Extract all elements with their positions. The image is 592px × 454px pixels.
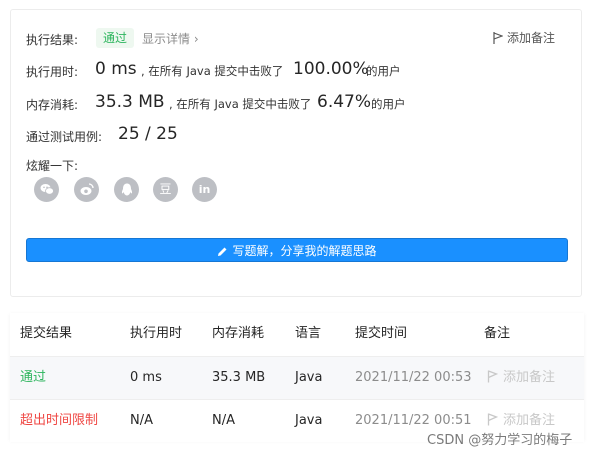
add-note-label: 添加备注 [507,31,556,45]
header-runtime: 执行用时 [130,326,183,341]
douban-icon[interactable]: 豆 [153,177,178,202]
row-memory: N/A [212,413,235,428]
row-runtime: N/A [130,413,153,428]
testcases-label: 通过测试用例: [26,130,103,144]
runtime-label: 执行用时: [26,65,79,79]
submissions-table: 提交结果 执行用时 内存消耗 语言 提交时间 备注 通过 0 ms 35.3 M… [10,313,584,442]
row-submit-time: 2021/11/22 00:53 [355,370,472,385]
row-add-note-button[interactable]: 添加备注 [487,357,555,399]
runtime-text-before: , 在所有 Java 提交中击败了 [141,64,284,78]
show-details-link[interactable]: 显示详情 › [142,30,199,47]
write-solution-label: 写题解，分享我的解题思路 [232,244,377,258]
row-language: Java [295,370,323,385]
flag-icon [487,370,499,383]
row-memory: 35.3 MB [212,370,266,385]
submission-result-card: 执行结果: 通过 显示详情 › 添加备注 执行用时: 0 ms , 在所有 Ja… [10,9,582,297]
header-note: 备注 [484,326,511,341]
linkedin-icon[interactable]: in [192,177,217,202]
pencil-icon [218,247,227,256]
testcases-value: 25 / 25 [118,124,178,144]
table-row[interactable]: 通过 0 ms 35.3 MB Java 2021/11/22 00:53 添加… [10,356,584,399]
header-language: 语言 [295,326,322,341]
row-result-link[interactable]: 通过 [20,357,46,399]
row-runtime: 0 ms [130,370,162,385]
row-language: Java [295,413,323,428]
qq-icon[interactable] [114,177,139,202]
memory-text-before: , 在所有 Java 提交中击败了 [169,97,312,111]
row-add-note-label: 添加备注 [503,370,556,385]
weibo-icon[interactable] [74,177,99,202]
runtime-text-after: 的用户 [366,64,401,78]
runtime-value: 0 ms [95,59,137,79]
header-result: 提交结果 [20,326,73,341]
memory-percent: 6.47% [317,92,372,112]
csdn-watermark: CSDN @努力学习的梅子 [427,433,573,448]
row-result-link[interactable]: 超出时间限制 [20,400,98,442]
result-label: 执行结果: [26,33,79,47]
write-solution-button[interactable]: 写题解，分享我的解题思路 [26,238,568,262]
memory-value: 35.3 MB [95,92,165,112]
runtime-percent: 100.00% [293,59,369,79]
row-add-note-label: 添加备注 [503,413,556,428]
status-badge: 通过 [96,28,135,48]
memory-label: 内存消耗: [26,98,79,112]
table-header: 提交结果 执行用时 内存消耗 语言 提交时间 备注 [10,313,584,355]
flag-icon [493,32,504,44]
memory-text-after: 的用户 [371,97,406,111]
share-label: 炫耀一下: [26,159,79,173]
header-memory: 内存消耗 [212,326,265,341]
flag-icon [487,413,499,426]
add-note-button[interactable]: 添加备注 [493,29,555,46]
header-submit-time: 提交时间 [355,326,408,341]
wechat-icon[interactable] [34,177,59,202]
